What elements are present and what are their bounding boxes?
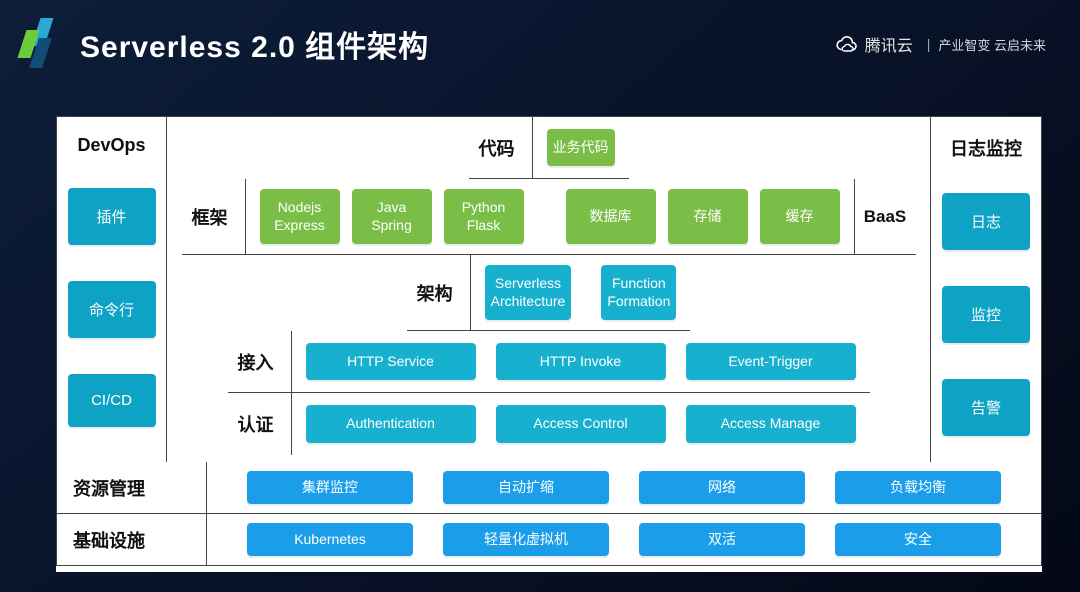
block-java-spring: Java Spring — [352, 189, 432, 244]
baas-label: BaaS — [854, 179, 916, 254]
block-http-invoke: HTTP Invoke — [496, 343, 666, 381]
devops-title: DevOps — [77, 135, 145, 156]
row-infra: 基础设施 Kubernetes 轻量化虚拟机 双活 安全 — [56, 514, 1042, 566]
devops-cicd-block: CI/CD — [68, 374, 156, 427]
block-access-control: Access Control — [496, 405, 666, 443]
block-light-vm: 轻量化虚拟机 — [443, 523, 609, 557]
architecture-diagram: DevOps 插件 命令行 CI/CD 代码 业务代码 框架 Nodejs Ex… — [56, 116, 1042, 572]
block-http-service: HTTP Service — [306, 343, 476, 381]
row-architecture: 架构 Serverless Architecture Function Form… — [407, 255, 691, 331]
slide-header: Serverless 2.0 组件架构 腾讯云 | 产业智变 云启未来 — [0, 0, 1080, 70]
row-arch-label: 架构 — [407, 255, 471, 330]
row-access-label: 接入 — [228, 331, 292, 392]
block-load-balance: 负载均衡 — [835, 471, 1001, 505]
brand-tagline: 产业智变 云启未来 — [938, 35, 1046, 54]
slide-title: Serverless 2.0 组件架构 — [80, 22, 429, 66]
row-code: 代码 业务代码 — [469, 117, 629, 179]
block-function-formation: Function Formation — [601, 265, 676, 320]
block-security: 安全 — [835, 523, 1001, 557]
block-autoscale: 自动扩缩 — [443, 471, 609, 505]
row-framework: 框架 Nodejs Express Java Spring Python Fla… — [182, 179, 916, 255]
block-serverless-arch: Serverless Architecture — [485, 265, 572, 320]
row-auth-label: 认证 — [228, 393, 292, 455]
row-code-label: 代码 — [469, 117, 533, 178]
block-kubernetes: Kubernetes — [247, 523, 413, 557]
block-network: 网络 — [639, 471, 805, 505]
block-business-code: 业务代码 — [547, 129, 615, 167]
center-column: 代码 业务代码 框架 Nodejs Express Java Spring Py… — [167, 117, 931, 462]
devops-column: DevOps 插件 命令行 CI/CD — [57, 117, 167, 462]
row-auth: 认证 Authentication Access Control Access … — [228, 393, 870, 455]
logging-logs-block: 日志 — [942, 193, 1030, 250]
row-resource: 资源管理 集群监控 自动扩缩 网络 负载均衡 — [56, 462, 1042, 514]
row-resource-label: 资源管理 — [57, 462, 207, 513]
title-area: Serverless 2.0 组件架构 — [18, 18, 429, 70]
block-python-flask: Python Flask — [444, 189, 524, 244]
devops-cli-block: 命令行 — [68, 281, 156, 338]
block-storage: 存储 — [668, 189, 748, 244]
block-cluster-monitor: 集群监控 — [247, 471, 413, 505]
logging-monitor-block: 监控 — [942, 286, 1030, 343]
logging-column: 日志监控 日志 监控 告警 — [931, 117, 1041, 462]
block-nodejs-express: Nodejs Express — [260, 189, 340, 244]
block-authentication: Authentication — [306, 405, 476, 443]
brand-area: 腾讯云 | 产业智变 云启未来 — [835, 32, 1046, 56]
block-cache: 缓存 — [760, 189, 840, 244]
row-framework-label: 框架 — [182, 179, 246, 254]
block-access-manage: Access Manage — [686, 405, 856, 443]
logging-title: 日志监控 — [950, 135, 1022, 161]
logo-icon — [18, 18, 62, 70]
cloud-icon — [835, 36, 857, 52]
brand-name: 腾讯云 — [865, 32, 913, 56]
row-infra-label: 基础设施 — [57, 514, 207, 565]
row-access: 接入 HTTP Service HTTP Invoke Event-Trigge… — [228, 331, 870, 393]
devops-plugin-block: 插件 — [68, 188, 156, 245]
brand-separator: | — [927, 36, 931, 52]
block-event-trigger: Event-Trigger — [686, 343, 856, 381]
block-database: 数据库 — [566, 189, 656, 244]
logging-alert-block: 告警 — [942, 379, 1030, 436]
block-dual-active: 双活 — [639, 523, 805, 557]
